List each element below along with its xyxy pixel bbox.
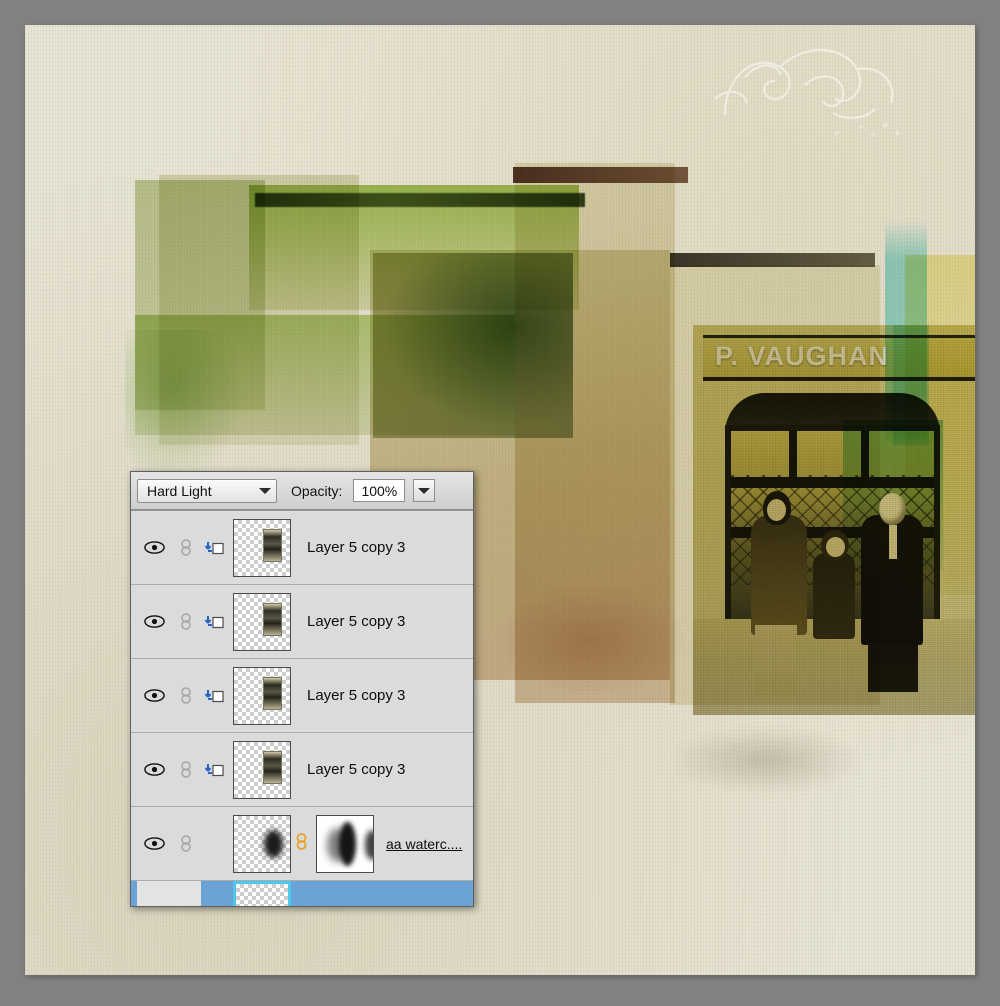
- layers-list[interactable]: Layer 5 copy 3 Layer 5 copy 3 Layer 5 co…: [131, 510, 473, 906]
- collage-stripe-dark-right: [670, 253, 875, 267]
- figure-woman-legs: [755, 625, 797, 695]
- clipping-mask-arrow-icon: [201, 688, 233, 704]
- eye-toggle-off[interactable]: [137, 881, 171, 906]
- layer-thumbnail[interactable]: [233, 592, 291, 651]
- layer-name[interactable]: Layer 5 copy 3: [291, 613, 473, 630]
- link-chain-icon[interactable]: [171, 539, 201, 556]
- eye-icon[interactable]: [137, 837, 171, 850]
- vintage-shopfront-photograph: P. VAUGHAN: [693, 325, 975, 715]
- figure-woman-face: [767, 499, 786, 521]
- layer-thumbnail[interactable]: [233, 881, 291, 906]
- window-mullion-left: [789, 431, 797, 477]
- layer-row[interactable]: Layer 5 copy 3: [131, 659, 473, 733]
- shop-sign-text: P. VAUGHAN: [715, 341, 890, 371]
- eye-icon[interactable]: [137, 615, 171, 628]
- photo-cyan-overlay: [893, 325, 929, 445]
- figure-child-body: [813, 553, 855, 639]
- figure-child-face: [826, 537, 845, 557]
- eye-icon[interactable]: [137, 541, 171, 554]
- blend-mode-label: Hard Light: [147, 482, 212, 499]
- damask-flourish-icon: [714, 48, 900, 137]
- figure-woman-body: [751, 515, 807, 635]
- layer-row[interactable]: Layer 5 copy 3: [131, 733, 473, 807]
- layer-row-selected[interactable]: [131, 881, 473, 906]
- clipping-mask-arrow-icon: [201, 614, 233, 630]
- link-chain-icon[interactable]: [171, 835, 201, 852]
- layer-name[interactable]: Layer 5 copy 3: [291, 539, 473, 556]
- clipping-mask-arrow-icon: [201, 762, 233, 778]
- collage-shape-pencil-smudge: [665, 725, 865, 795]
- link-chain-icon[interactable]: [171, 761, 201, 778]
- chevron-down-icon[interactable]: [254, 480, 276, 502]
- layers-panel[interactable]: Hard Light Opacity: 100% Layer 5 copy 3 …: [130, 471, 474, 907]
- opacity-chevron-down-icon[interactable]: [413, 479, 436, 502]
- layer-row[interactable]: Layer 5 copy 3: [131, 585, 473, 659]
- layers-panel-toolbar: Hard Light Opacity: 100%: [131, 472, 473, 510]
- layer-name[interactable]: Layer 5 copy 3: [291, 687, 473, 704]
- collage-shape-green-blob: [125, 330, 245, 480]
- collage-stripe-dark-middle: [513, 167, 688, 183]
- layer-row[interactable]: Layer 5 copy 3: [131, 511, 473, 585]
- layer-thumbnail[interactable]: [233, 814, 291, 873]
- opacity-input[interactable]: 100%: [353, 479, 406, 502]
- figure-man-face: [879, 493, 906, 525]
- link-chain-icon[interactable]: [171, 687, 201, 704]
- layer-thumbnail[interactable]: [233, 740, 291, 799]
- layer-thumbnail[interactable]: [233, 666, 291, 725]
- eye-icon[interactable]: [137, 763, 171, 776]
- clipping-mask-arrow-icon: [201, 540, 233, 556]
- opacity-label: Opacity:: [291, 482, 343, 499]
- document-canvas[interactable]: P. VAUGHAN Hard Light Opacity: 100% Laye…: [25, 25, 975, 975]
- figure-man-tie: [889, 525, 897, 559]
- layer-thumbnail[interactable]: [233, 518, 291, 577]
- layer-name[interactable]: aa waterc....: [374, 836, 473, 852]
- blend-mode-dropdown[interactable]: Hard Light: [137, 478, 277, 503]
- layer-mask-thumbnail[interactable]: [304, 814, 374, 873]
- link-chain-icon[interactable]: [171, 613, 201, 630]
- link-toggle-off[interactable]: [171, 881, 201, 906]
- collage-shape-pink-wash: [495, 585, 685, 695]
- eye-icon[interactable]: [137, 689, 171, 702]
- layer-row[interactable]: aa waterc....: [131, 807, 473, 881]
- layer-name[interactable]: Layer 5 copy 3: [291, 761, 473, 778]
